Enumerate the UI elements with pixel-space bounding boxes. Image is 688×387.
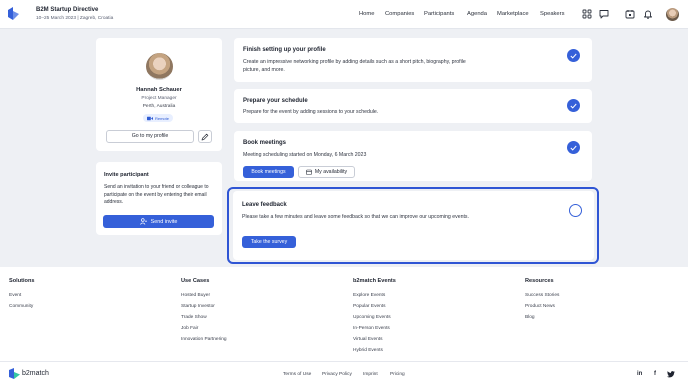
invite-participant-card: Invite participant Send an invitation to… — [96, 162, 222, 235]
footer-link[interactable]: Success Stories — [525, 293, 559, 298]
profile-location: Perth, Australia — [142, 104, 176, 109]
task-meetings-desc: Meeting scheduling started on Monday, 6 … — [243, 152, 367, 158]
footer-link[interactable]: Trade Show — [181, 315, 207, 320]
footer-link[interactable]: Hybrid Events — [353, 348, 383, 353]
task-setup-profile-desc: Create an impressive networking profile … — [243, 59, 466, 73]
footer-link[interactable]: Hosted Buyer — [181, 293, 210, 298]
task-schedule-desc: Prepare for the event by adding sessions… — [243, 109, 379, 115]
user-avatar[interactable] — [666, 8, 679, 21]
footer-link[interactable]: Blog — [525, 315, 535, 320]
footer: Solutions Event Community Use Cases Host… — [0, 267, 688, 387]
apps-grid-icon[interactable] — [582, 9, 592, 19]
nav-agenda[interactable]: Agenda — [467, 11, 487, 17]
footer-link[interactable]: Product News — [525, 304, 555, 309]
terms-link[interactable]: Terms of Use — [283, 372, 311, 377]
footer-link[interactable]: Virtual Events — [353, 337, 383, 342]
footer-link[interactable]: Explore Events — [353, 293, 385, 298]
footer-title-resources: Resources — [525, 278, 554, 284]
profile-name: Hannah Schauer — [136, 87, 182, 93]
task-feedback-title: Leave feedback — [242, 202, 287, 208]
profile-role: Project Manager — [141, 96, 177, 101]
privacy-link[interactable]: Privacy Policy — [322, 372, 352, 377]
invite-title: Invite participant — [104, 172, 149, 178]
nav-participants[interactable]: Participants — [424, 11, 454, 17]
task-complete-check-icon[interactable] — [567, 49, 580, 62]
facebook-icon[interactable]: f — [654, 371, 656, 377]
task-complete-check-icon[interactable] — [567, 141, 580, 154]
task-prepare-schedule: Prepare your schedule Prepare for the ev… — [234, 89, 592, 123]
pencil-icon — [201, 133, 209, 140]
task-incomplete-circle-icon[interactable] — [569, 204, 582, 217]
footer-link[interactable]: Startup Investor — [181, 304, 215, 309]
task-leave-feedback: Leave feedback Please take a few minutes… — [233, 191, 594, 260]
task-meetings-title: Book meetings — [243, 140, 287, 146]
b2match-brand[interactable]: b2match — [22, 370, 49, 377]
footer-divider — [0, 361, 688, 362]
nav-marketplace[interactable]: Marketplace — [497, 11, 529, 17]
take-survey-button[interactable]: Take the survey — [242, 236, 296, 248]
task-setup-profile-title: Finish setting up your profile — [243, 47, 326, 53]
book-meetings-button[interactable]: Book meetings — [243, 166, 294, 178]
remote-badge: Remote — [143, 114, 173, 122]
invite-description: Send an invitation to your friend or col… — [104, 184, 209, 205]
remote-badge-label: Remote — [154, 115, 169, 121]
notifications-bell-icon[interactable] — [643, 9, 653, 19]
imprint-link[interactable]: Imprint — [363, 372, 378, 377]
profile-avatar — [146, 53, 173, 80]
footer-link[interactable]: In-Person Events — [353, 326, 390, 331]
linkedin-icon[interactable]: in — [637, 371, 642, 377]
footer-link[interactable]: Popular Events — [353, 304, 386, 309]
my-availability-button[interactable]: My availability — [298, 166, 355, 178]
footer-link[interactable]: Innovation Partnering — [181, 337, 227, 342]
footer-title-solutions: Solutions — [9, 278, 35, 284]
footer-link[interactable]: Event — [9, 293, 21, 298]
footer-title-use-cases: Use Cases — [181, 278, 210, 284]
b2match-logo-icon[interactable] — [9, 368, 20, 379]
footer-link[interactable]: Upcoming Events — [353, 315, 391, 320]
pricing-link[interactable]: Pricing — [390, 372, 405, 377]
edit-profile-button[interactable] — [198, 130, 212, 143]
calendar-icon[interactable] — [625, 9, 635, 19]
nav-companies[interactable]: Companies — [385, 11, 414, 17]
footer-link[interactable]: Job Fair — [181, 326, 198, 331]
go-to-profile-button[interactable]: Go to my profile — [106, 130, 194, 143]
event-logo-icon[interactable] — [8, 7, 19, 20]
nav-home[interactable]: Home — [359, 11, 374, 17]
task-book-meetings: Book meetings Meeting scheduling started… — [234, 131, 592, 181]
video-camera-icon — [146, 116, 153, 120]
profile-card: Hannah Schauer Project Manager Perth, Au… — [96, 38, 222, 151]
messages-icon[interactable] — [599, 9, 609, 19]
event-title[interactable]: B2M Startup Directive — [36, 7, 98, 13]
send-invite-button[interactable]: Send invite — [103, 215, 214, 228]
footer-link[interactable]: Community — [9, 304, 33, 309]
my-availability-label: My availability — [314, 169, 348, 175]
top-header: B2M Startup Directive 10–25 March 2023 |… — [0, 0, 688, 29]
add-user-icon — [139, 218, 147, 225]
task-schedule-title: Prepare your schedule — [243, 98, 308, 104]
nav-speakers[interactable]: Speakers — [540, 11, 565, 17]
calendar-icon — [306, 169, 312, 175]
footer-title-b2match-events: b2match Events — [353, 278, 396, 284]
twitter-icon[interactable] — [667, 371, 675, 378]
event-subtitle: 10–25 March 2023 | Zagreb, Croatia — [36, 16, 114, 21]
task-complete-check-icon[interactable] — [567, 99, 580, 112]
send-invite-label: Send invite — [150, 218, 178, 225]
task-feedback-desc: Please take a few minutes and leave some… — [242, 214, 469, 220]
task-setup-profile: Finish setting up your profile Create an… — [234, 38, 592, 82]
